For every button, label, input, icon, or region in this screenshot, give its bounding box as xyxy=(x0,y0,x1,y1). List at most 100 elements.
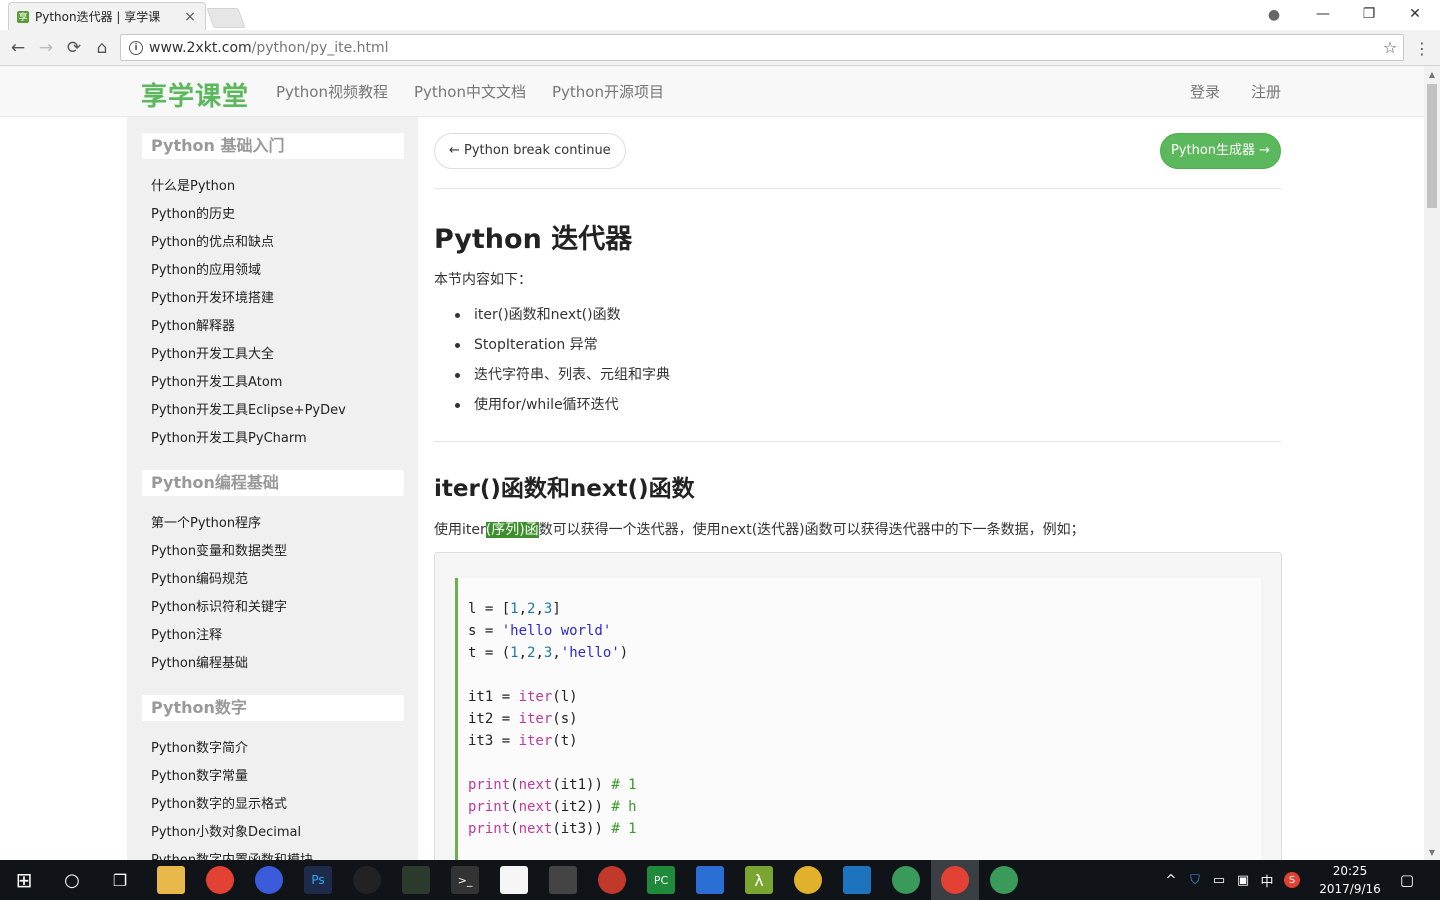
sidebar-item[interactable]: Python开发工具PyCharm xyxy=(151,427,307,446)
file-explorer-icon[interactable] xyxy=(157,866,185,894)
page-viewport: 享学课堂 Python视频教程 Python中文文档 Python开源项目 登录… xyxy=(0,66,1424,860)
ime-indicator[interactable]: 中 xyxy=(1258,870,1276,890)
green-app-icon[interactable] xyxy=(892,866,920,894)
code-line: print(next(it3)) # 1 xyxy=(468,821,637,837)
prev-page-button[interactable]: ← Python break continue xyxy=(434,133,626,169)
chrome-icon[interactable] xyxy=(206,866,234,894)
intro-text: 本节内容如下： xyxy=(434,272,532,288)
site-info-icon[interactable]: i xyxy=(129,40,143,55)
network-icon[interactable]: ▣ xyxy=(1234,870,1252,890)
sidebar-item[interactable]: Python注释 xyxy=(151,624,222,643)
circle-app-icon[interactable] xyxy=(794,866,822,894)
sidebar-item[interactable]: Python数字的显示格式 xyxy=(151,793,287,812)
security-shield-icon[interactable]: ⛉ xyxy=(1186,870,1204,890)
code-line: s = 'hello world' xyxy=(468,623,612,639)
close-window-icon[interactable]: ✕ xyxy=(1392,0,1438,28)
search-icon[interactable]: ○ xyxy=(58,866,86,894)
next-page-button[interactable]: Python生成器 → xyxy=(1160,133,1281,169)
forward-icon[interactable]: → xyxy=(34,36,58,60)
sidebar-item[interactable]: Python的应用领域 xyxy=(151,259,261,278)
chrome-active-icon[interactable] xyxy=(941,866,969,894)
qq-icon[interactable] xyxy=(353,866,381,894)
scrollbar-thumb[interactable] xyxy=(1427,84,1437,208)
sidebar-item[interactable]: Python解释器 xyxy=(151,315,235,334)
photoshop-icon[interactable]: Ps xyxy=(304,866,332,894)
tray-expand-icon[interactable]: ^ xyxy=(1162,870,1180,890)
python-tool-icon[interactable] xyxy=(402,866,430,894)
nav-open-source[interactable]: Python开源项目 xyxy=(552,81,664,102)
sidebar-item[interactable]: Python标识符和关键字 xyxy=(151,596,287,615)
browser-menu-icon[interactable]: ⋮ xyxy=(1414,36,1430,60)
address-bar[interactable]: i www.2xkt.com/python/py_ite.html ☆ xyxy=(120,34,1404,61)
document-icon[interactable] xyxy=(500,866,528,894)
snail-app-icon[interactable] xyxy=(598,866,626,894)
clock-time: 20:25 xyxy=(1332,864,1368,878)
battery-icon[interactable]: ▭ xyxy=(1210,870,1228,890)
register-link[interactable]: 注册 xyxy=(1251,81,1281,102)
page-scrollbar[interactable]: ▲ ▼ xyxy=(1424,66,1440,860)
url-text: www.2xkt.com/python/py_ite.html xyxy=(149,40,1377,56)
terminal-icon[interactable]: >_ xyxy=(451,866,479,894)
image-viewer-icon[interactable] xyxy=(696,866,724,894)
pycharm-icon[interactable]: PC xyxy=(647,866,675,894)
site-logo[interactable]: 享学课堂 xyxy=(141,76,249,113)
settings-app-icon[interactable] xyxy=(843,866,871,894)
windows-taskbar: ⊞ ○ ❐ Ps >_ PC λ ^ ⛉ ▭ ▣ 中 S 20:25 2017/… xyxy=(0,860,1440,900)
media-player-icon[interactable] xyxy=(255,866,283,894)
sidebar-item[interactable]: Python数字简介 xyxy=(151,737,248,756)
tab-strip: 享 Python迭代器 | 享学课 × ● — ❐ ✕ xyxy=(0,0,1440,30)
start-icon[interactable]: ⊞ xyxy=(10,866,38,894)
notification-icon[interactable]: ▢ xyxy=(1396,870,1418,890)
page-title: Python 迭代器 xyxy=(434,224,633,255)
sidebar-item[interactable]: Python开发工具Eclipse+PyDev xyxy=(151,399,346,418)
bookmark-star-icon[interactable]: ☆ xyxy=(1377,38,1403,57)
nav-chinese-docs[interactable]: Python中文文档 xyxy=(414,81,526,102)
toc-list: iter()函数和next()函数 StopIteration 异常 迭代字符串… xyxy=(454,305,670,425)
sidebar-item[interactable]: Python开发环境搭建 xyxy=(151,287,274,306)
film-icon[interactable] xyxy=(549,866,577,894)
sidebar-item[interactable]: Python数字内置函数和模块 xyxy=(151,849,313,860)
login-link[interactable]: 登录 xyxy=(1190,81,1220,102)
back-icon[interactable]: ← xyxy=(6,36,30,60)
sogou-ime-icon[interactable]: S xyxy=(1284,872,1300,888)
code-content[interactable]: l = [1,2,3] s = 'hello world' t = (1,2,3… xyxy=(455,578,1261,860)
sidebar-section-title: Python 基础入门 xyxy=(142,133,404,159)
sidebar-item[interactable]: Python小数对象Decimal xyxy=(151,821,301,840)
close-tab-icon[interactable]: × xyxy=(183,9,197,25)
scroll-down-icon[interactable]: ▼ xyxy=(1424,844,1440,860)
code-block: l = [1,2,3] s = 'hello world' t = (1,2,3… xyxy=(434,552,1282,860)
sidebar-item[interactable]: Python开发工具Atom xyxy=(151,371,282,390)
reload-icon[interactable]: ⟳ xyxy=(62,36,86,60)
browser-toolbar: ← → ⟳ ⌂ i www.2xkt.com/python/py_ite.htm… xyxy=(0,30,1440,66)
nav-video-tutorials[interactable]: Python视频教程 xyxy=(276,81,388,102)
toc-item: 使用for/while循环迭代 xyxy=(454,395,670,425)
paragraph-text: 使用iter xyxy=(434,522,486,538)
profile-icon[interactable]: ● xyxy=(1264,5,1284,25)
sidebar-item[interactable]: Python变量和数据类型 xyxy=(151,540,287,559)
tab-title: Python迭代器 | 享学课 xyxy=(35,10,161,24)
sidebar-item[interactable]: 第一个Python程序 xyxy=(151,512,261,531)
sidebar-item[interactable]: 什么是Python xyxy=(151,175,235,194)
section-heading: iter()函数和next()函数 xyxy=(434,476,695,502)
sidebar-item[interactable]: Python的历史 xyxy=(151,203,235,222)
sidebar-item[interactable]: Python的优点和缺点 xyxy=(151,231,274,250)
sidebar-item[interactable]: Python编程基础 xyxy=(151,652,248,671)
sidebar-item[interactable]: Python开发工具大全 xyxy=(151,343,274,362)
toc-item: StopIteration 异常 xyxy=(454,335,670,365)
task-view-icon[interactable]: ❐ xyxy=(106,866,134,894)
restore-icon[interactable]: ❐ xyxy=(1346,0,1392,28)
new-tab-button[interactable] xyxy=(206,8,246,28)
minimize-icon[interactable]: — xyxy=(1300,0,1346,28)
browser-tab-active[interactable]: 享 Python迭代器 | 享学课 × xyxy=(8,2,206,30)
code-line: it3 = iter(t) xyxy=(468,733,578,749)
green-app-2-icon[interactable] xyxy=(990,866,1018,894)
scroll-up-icon[interactable]: ▲ xyxy=(1424,66,1440,82)
home-icon[interactable]: ⌂ xyxy=(90,36,114,60)
taskbar-clock[interactable]: 20:25 2017/9/16 xyxy=(1316,862,1384,898)
lambda-app-icon[interactable]: λ xyxy=(745,866,773,894)
toc-item: iter()函数和next()函数 xyxy=(454,305,670,335)
sidebar-item[interactable]: Python数字常量 xyxy=(151,765,248,784)
sidebar-item[interactable]: Python编码规范 xyxy=(151,568,248,587)
